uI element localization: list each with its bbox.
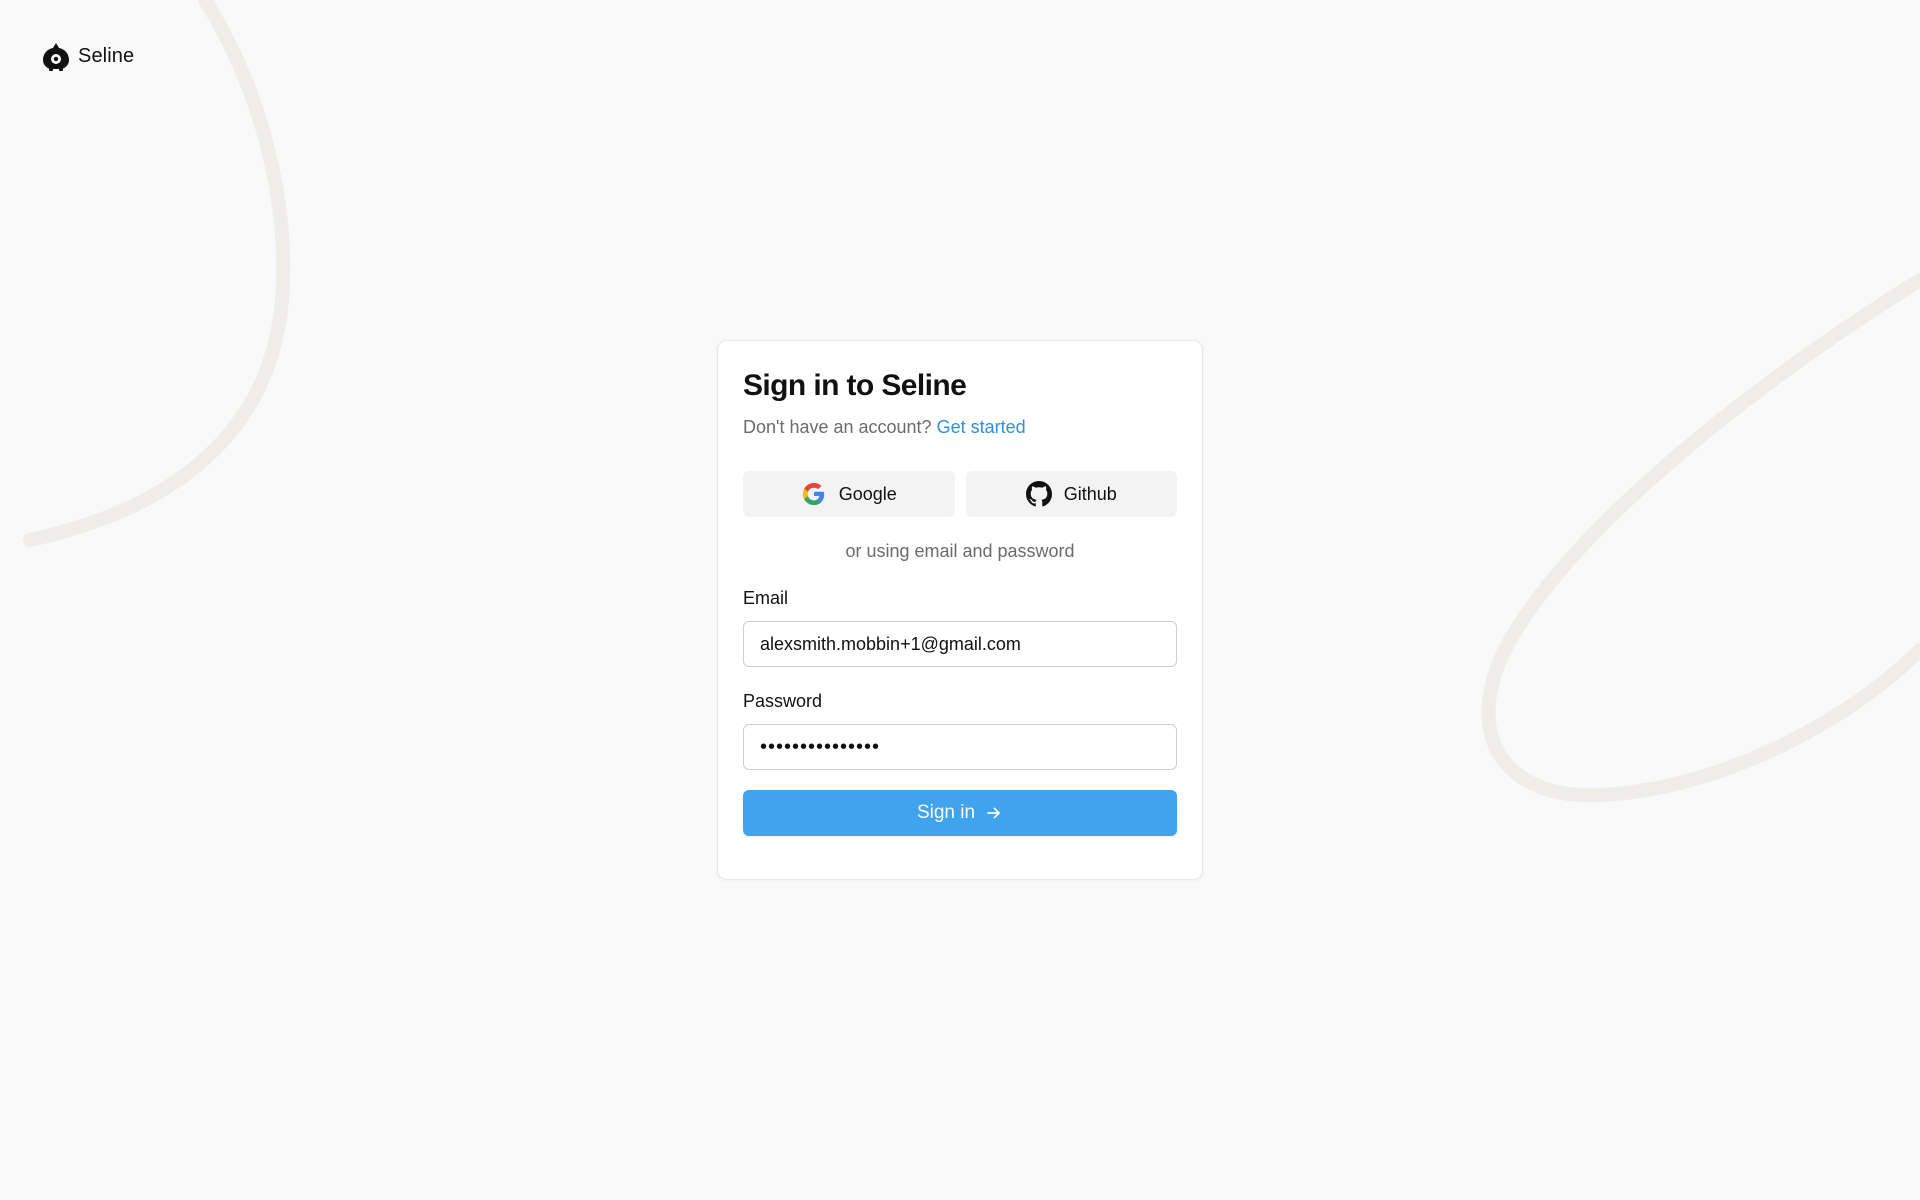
github-signin-button[interactable]: Github bbox=[965, 471, 1177, 518]
password-label: Password bbox=[743, 691, 823, 712]
email-value: alexsmith.mobbin+1@gmail.com bbox=[760, 633, 1021, 654]
divider-text: or using email and password bbox=[845, 541, 1075, 562]
seline-logo-icon bbox=[43, 43, 69, 71]
email-label: Email bbox=[743, 588, 789, 609]
password-field[interactable]: ••••••••••••••• bbox=[743, 724, 1177, 771]
signup-prompt: Don't have an account? Get started bbox=[743, 416, 1177, 439]
email-field[interactable]: alexsmith.mobbin+1@gmail.com bbox=[743, 621, 1177, 668]
github-label: Github bbox=[1063, 483, 1117, 504]
arrow-right-icon bbox=[987, 807, 1000, 819]
google-label: Google bbox=[838, 483, 897, 504]
signin-button[interactable]: Sign in bbox=[743, 790, 1177, 837]
brand[interactable]: Seline bbox=[40, 40, 134, 72]
google-icon bbox=[802, 483, 824, 506]
google-signin-button[interactable]: Google bbox=[743, 471, 955, 518]
signin-card: Sign in to Seline Don't have an account?… bbox=[717, 340, 1203, 880]
github-icon bbox=[1025, 481, 1052, 507]
password-value: ••••••••••••••• bbox=[760, 735, 881, 758]
oauth-buttons: Google Github bbox=[743, 471, 1177, 518]
get-started-link[interactable]: Get started bbox=[937, 417, 1026, 437]
brand-name: Seline bbox=[78, 44, 135, 67]
no-account-text: Don't have an account? bbox=[743, 417, 932, 437]
signin-button-label: Sign in bbox=[916, 802, 976, 824]
page-title: Sign in to Seline bbox=[743, 369, 967, 402]
